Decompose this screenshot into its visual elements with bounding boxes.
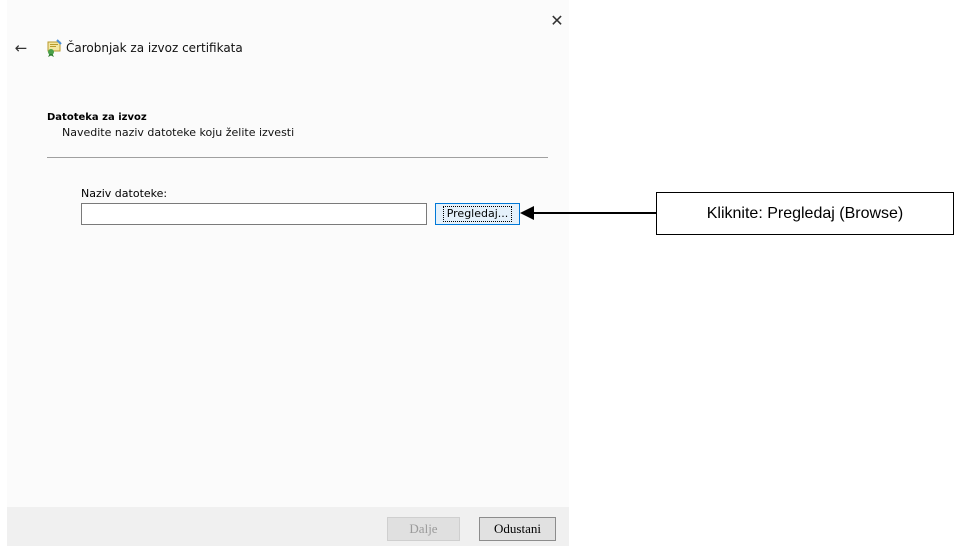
cancel-button[interactable]: Odustani bbox=[479, 517, 556, 541]
file-name-input[interactable] bbox=[81, 203, 427, 225]
section-description: Navedite naziv datoteke koju želite izve… bbox=[62, 126, 295, 139]
wizard-footer: Dalje Odustani bbox=[7, 507, 569, 546]
file-name-label: Naziv datoteke: bbox=[81, 187, 168, 200]
section-title: Datoteka za izvoz bbox=[47, 112, 147, 123]
close-icon: ✕ bbox=[550, 10, 564, 30]
certificate-export-wizard: ✕ ← Čarobnjak za izvoz certifikata Datot… bbox=[7, 0, 569, 546]
close-button[interactable]: ✕ bbox=[545, 8, 569, 32]
certificate-wizard-icon bbox=[47, 39, 62, 57]
callout-text: Kliknite: Pregledaj (Browse) bbox=[706, 204, 904, 222]
browse-button-label: Pregledaj... bbox=[442, 206, 513, 222]
back-arrow-icon: ← bbox=[14, 39, 28, 57]
wizard-title: Čarobnjak za izvoz certifikata bbox=[66, 41, 243, 55]
instruction-callout: Kliknite: Pregledaj (Browse) bbox=[656, 192, 954, 235]
browse-button[interactable]: Pregledaj... bbox=[435, 203, 520, 225]
divider bbox=[47, 157, 548, 158]
callout-arrow bbox=[520, 206, 656, 220]
back-button[interactable]: ← bbox=[11, 38, 31, 58]
next-button[interactable]: Dalje bbox=[387, 517, 460, 541]
